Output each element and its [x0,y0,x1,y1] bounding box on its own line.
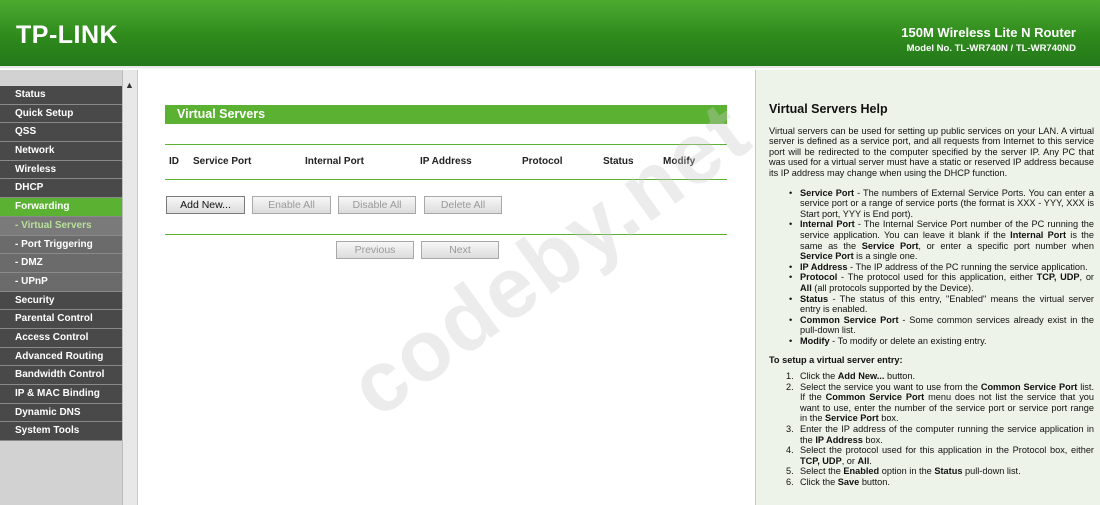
column-header-status: Status [603,156,634,167]
disable-all-button[interactable]: Disable All [338,196,416,214]
help-title: Virtual Servers Help [769,102,888,116]
tp-link-logo: TP-LINK [16,21,119,49]
column-header-modify: Modify [663,156,696,167]
setup-step: 1. Click the Add New... button. [786,371,916,382]
sidebar-item-quick-setup[interactable]: Quick Setup [0,104,122,124]
next-button[interactable]: Next [421,241,499,259]
help-item-ip-address: IP Address - The IP address of the PC ru… [789,262,1094,273]
router-admin-page: TP-LINK 150M Wireless Lite N Router Mode… [0,0,1100,505]
sidebar-menu: Status Quick Setup QSS Network Wireless … [0,70,122,505]
setup-step: 2. Select the service you want to use fro… [786,381,1095,424]
page-title: Virtual Servers [165,105,727,124]
sidebar-item-port-triggering[interactable]: - Port Triggering [0,235,122,255]
sidebar-item-parental-control[interactable]: Parental Control [0,310,122,329]
help-item-protocol: Protocol - The protocol used for this ap… [789,272,1094,293]
help-item-service-port: Service Port - The numbers of External S… [789,188,1094,220]
previous-button[interactable]: Previous [336,241,414,259]
sidebar-item-bandwidth-control[interactable]: Bandwidth Control [0,366,122,385]
model-number: Model No. TL-WR740N / TL-WR740ND [906,43,1076,54]
column-header-service-port: Service Port [193,156,252,167]
scroll-up-icon[interactable]: ▲ [125,80,134,90]
sidebar-item-upnp[interactable]: - UPnP [0,272,122,292]
setup-step: 3. Enter the IP address of the computer r… [786,424,1094,445]
setup-step: 4. Select the protocol used for this appl… [786,445,1094,466]
sidebar-item-qss[interactable]: QSS [0,123,122,143]
help-item-internal-port: Internal Port - The Internal Service Por… [789,219,1094,261]
column-header-protocol: Protocol [522,156,563,167]
enable-all-button[interactable]: Enable All [252,196,331,214]
main-content: Virtual Servers ID Service Port Internal… [137,70,755,505]
menu-list: Status Quick Setup QSS Network Wireless … [0,70,122,442]
column-header-ip-address: IP Address [420,156,472,167]
sidebar-item-network[interactable]: Network [0,142,122,161]
sidebar-item-forwarding[interactable]: Forwarding [0,198,122,217]
delete-all-button[interactable]: Delete All [424,196,502,214]
add-new-button[interactable]: Add New... [166,196,245,214]
sidebar-item-virtual-servers[interactable]: - Virtual Servers [0,216,122,236]
help-item-modify: Modify - To modify or delete an existing… [789,336,1094,347]
setup-steps: 1. Click the Add New... button. 2. Select … [786,371,1095,488]
sidebar-item-dynamic-dns[interactable]: Dynamic DNS [0,403,122,423]
table-top-divider [165,144,727,145]
sidebar-item-advanced-routing[interactable]: Advanced Routing [0,347,122,367]
header-banner: TP-LINK 150M Wireless Lite N Router Mode… [0,0,1100,68]
sidebar-item-dhcp[interactable]: DHCP [0,179,122,199]
table-header-divider [165,179,727,180]
help-item-common-service-port: Common Service Port - Some common servic… [789,315,1094,336]
sidebar-item-ip-mac-binding[interactable]: IP & MAC Binding [0,385,122,404]
setup-step: 5. Select the Enabled option in the Statu… [786,466,1021,477]
sidebar-item-dmz[interactable]: - DMZ [0,254,122,273]
sidebar-item-status[interactable]: Status [0,86,122,105]
setup-step: 6. Click the Save button. [786,477,890,487]
sidebar-item-security[interactable]: Security [0,291,122,311]
help-item-status: Status - The status of this entry, "Enab… [789,294,1094,315]
sidebar-item-wireless[interactable]: Wireless [0,160,122,180]
help-content: Virtual Servers Help Virtual servers can… [769,102,1095,488]
setup-heading: To setup a virtual server entry: [769,355,903,366]
sidebar-item-access-control[interactable]: Access Control [0,328,122,348]
sidebar-scrollbar[interactable]: ▲ [122,70,137,505]
column-header-internal-port: Internal Port [305,156,364,167]
sidebar-item-system-tools[interactable]: System Tools [0,422,122,442]
help-intro: Virtual servers can be used for setting … [769,125,1094,178]
table-bottom-divider [165,234,727,235]
help-field-list: Service Port - The numbers of External S… [789,188,1094,347]
help-panel: Virtual Servers Help Virtual servers can… [755,70,1100,505]
product-title: 150M Wireless Lite N Router [901,25,1076,40]
column-header-id: ID [169,156,179,167]
